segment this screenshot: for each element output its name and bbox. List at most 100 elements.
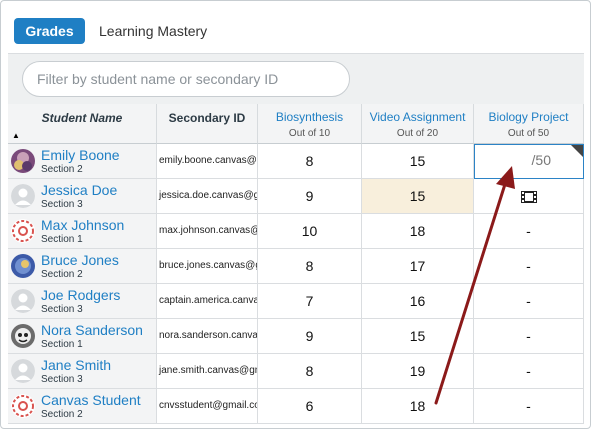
student-cell: Bruce Jones Section 2 [8,249,157,284]
assignment-title-biosynthesis[interactable]: Biosynthesis [258,110,361,124]
grade-cell[interactable]: 7 [258,284,362,319]
student-name-link[interactable]: Max Johnson [41,217,124,233]
student-name-link[interactable]: Jessica Doe [41,182,117,198]
secondary-id: bruce.jones.canvas@g [159,260,258,271]
grade-cell[interactable]: 19 [362,354,474,389]
avatar[interactable] [11,149,35,173]
grade-cell[interactable]: 8 [258,144,362,179]
points-possible: Out of 50 [507,128,550,139]
student-section: Section 2 [41,409,83,420]
avatar[interactable] [11,394,35,418]
header-student-name-label: Student Name [41,111,123,125]
secondary-id-cell: nora.sanderson.canva [157,319,258,354]
table-row: Max Johnson Section 1 max.johnson.canvas… [8,214,584,249]
grade-cell[interactable]: 9 [258,319,362,354]
student-name-link[interactable]: Joe Rodgers [41,287,120,303]
secondary-id: emily.boone.canvas@g [159,155,258,166]
table-row: Bruce Jones Section 2 bruce.jones.canvas… [8,249,584,284]
secondary-id: jessica.doe.canvas@g [159,190,258,201]
student-cell: Max Johnson Section 1 [8,214,157,249]
secondary-id-cell: bruce.jones.canvas@g [157,249,258,284]
secondary-id-cell: jessica.doe.canvas@g [157,179,258,214]
assignment-title-video-assignment[interactable]: Video Assignment [362,110,473,124]
student-section: Section 3 [41,374,83,385]
student-section: Section 3 [41,304,83,315]
filter-toolbar [8,53,584,105]
assignment-title-biology-project[interactable]: Biology Project [474,110,583,124]
student-cell: Nora Sanderson Section 1 [8,319,157,354]
grade-cell-editing[interactable]: /50 [474,144,584,179]
grade-cell[interactable]: - [474,319,584,354]
student-name-link[interactable]: Emily Boone [41,147,120,163]
cell-menu-triangle-icon[interactable] [571,145,583,157]
grade-cell[interactable]: 8 [258,354,362,389]
student-cell: Canvas Student Section 2 [8,389,157,424]
grade-cell[interactable]: 18 [362,389,474,424]
media-submission-icon[interactable] [520,191,537,204]
grade-cell[interactable]: 6 [258,389,362,424]
tab-grades[interactable]: Grades [14,18,85,44]
avatar[interactable] [11,219,35,243]
table-row: Nora Sanderson Section 1 nora.sanderson.… [8,319,584,354]
grade-cell[interactable]: 15 [362,144,474,179]
avatar[interactable] [11,254,35,278]
header-video-assignment[interactable]: Video Assignment Out of 20 [362,104,474,144]
student-cell: Jane Smith Section 3 [8,354,157,389]
table-row: Jane Smith Section 3 jane.smith.canvas@g… [8,354,584,389]
student-name-link[interactable]: Jane Smith [41,357,111,373]
student-section: Section 2 [41,164,83,175]
table-row: Canvas Student Section 2 cnvsstudent@gma… [8,389,584,424]
avatar[interactable] [11,184,35,208]
grade-cell[interactable]: 9 [258,179,362,214]
avatar[interactable] [11,359,35,383]
student-section: Section 1 [41,339,83,350]
header-biosynthesis[interactable]: Biosynthesis Out of 10 [258,104,362,144]
gradebook-window: Grades Learning Mastery Student Name ▲ S… [0,0,591,429]
table-row: Jessica Doe Section 3 jessica.doe.canvas… [8,179,584,214]
grade-cell[interactable]: 17 [362,249,474,284]
student-section: Section 1 [41,234,83,245]
secondary-id-cell: cnvsstudent@gmail.co [157,389,258,424]
grade-cell[interactable]: 10 [258,214,362,249]
grade-cell[interactable]: - [474,354,584,389]
points-possible: Out of 10 [288,128,331,139]
points-possible: Out of 20 [396,128,439,139]
secondary-id: cnvsstudent@gmail.co [159,400,258,411]
header-student-name[interactable]: Student Name ▲ [8,104,157,144]
header-biology-project[interactable]: Biology Project Out of 50 [474,104,584,144]
grade-cell[interactable]: 16 [362,284,474,319]
student-name-link[interactable]: Canvas Student [41,392,141,408]
grade-cell-highlighted[interactable]: 15 [362,179,474,214]
grade-input-value[interactable]: /50 [532,145,551,176]
student-cell: Joe Rodgers Section 3 [8,284,157,319]
tab-learning-mastery[interactable]: Learning Mastery [99,18,207,44]
sort-ascending-icon[interactable]: ▲ [12,131,20,140]
student-cell: Jessica Doe Section 3 [8,179,157,214]
student-section: Section 2 [41,269,83,280]
secondary-id: nora.sanderson.canva [159,330,258,341]
secondary-id-cell: jane.smith.canvas@gn [157,354,258,389]
avatar[interactable] [11,324,35,348]
header-secondary-id[interactable]: Secondary ID [157,104,258,144]
grade-cell[interactable]: 15 [362,319,474,354]
secondary-id-cell: captain.america.canva [157,284,258,319]
grade-cell[interactable]: 18 [362,214,474,249]
secondary-id: captain.america.canva [159,295,258,306]
student-cell: Emily Boone Section 2 [8,144,157,179]
table-row: Emily Boone Section 2 emily.boone.canvas… [8,144,584,179]
student-name-link[interactable]: Bruce Jones [41,252,119,268]
grade-cell[interactable] [474,179,584,214]
header-secondary-id-label: Secondary ID [168,111,246,125]
table-row: Joe Rodgers Section 3 captain.america.ca… [8,284,584,319]
grade-cell[interactable]: - [474,284,584,319]
grade-cell[interactable]: - [474,214,584,249]
grade-cell[interactable]: 8 [258,249,362,284]
grade-cell[interactable]: - [474,249,584,284]
secondary-id-cell: emily.boone.canvas@g [157,144,258,179]
student-filter-input[interactable] [22,61,350,97]
grade-cell[interactable]: - [474,389,584,424]
avatar[interactable] [11,289,35,313]
secondary-id: jane.smith.canvas@gn [159,365,258,376]
student-name-link[interactable]: Nora Sanderson [41,322,143,338]
secondary-id: max.johnson.canvas@ [159,225,258,236]
